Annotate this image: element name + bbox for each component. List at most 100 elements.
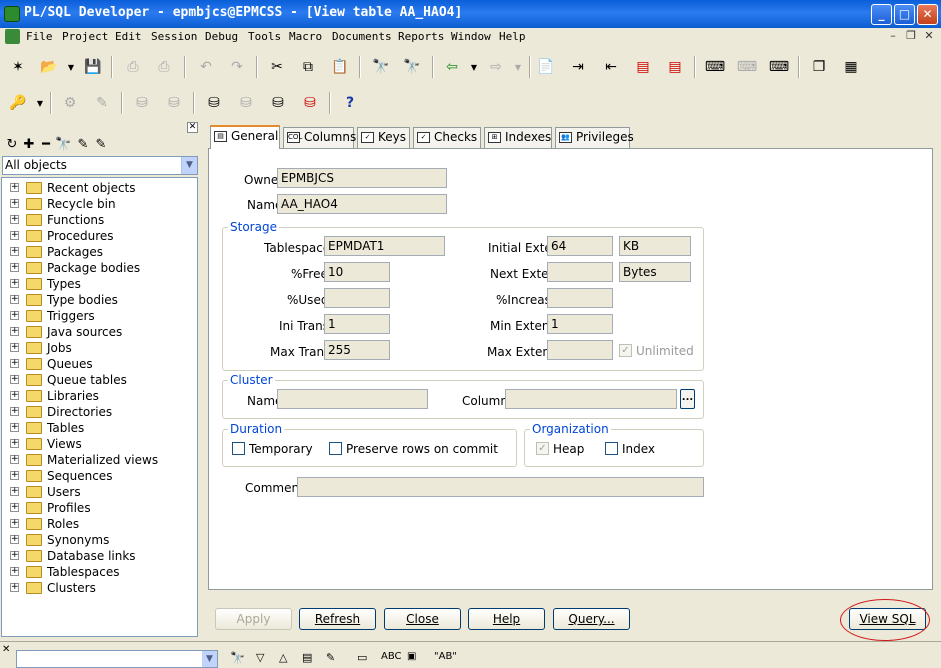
- copy-icon[interactable]: ⧉: [297, 56, 319, 78]
- refresh-icon[interactable]: ↻: [4, 137, 20, 152]
- tab-columns[interactable]: COL Columns: [283, 127, 356, 148]
- min-extents-field[interactable]: 1: [547, 314, 613, 334]
- tab-general[interactable]: ▤ General: [210, 125, 280, 149]
- expand-icon[interactable]: +: [10, 487, 19, 496]
- index-checkbox[interactable]: [605, 442, 618, 455]
- indent-icon[interactable]: ⇥: [567, 56, 589, 78]
- expand-icon[interactable]: +: [10, 279, 19, 288]
- back-dropdown-icon[interactable]: ▼: [463, 56, 485, 78]
- find-options-icon[interactable]: ▤: [302, 651, 312, 664]
- comment-icon[interactable]: ▤: [632, 56, 654, 78]
- expand-icon[interactable]: +: [10, 343, 19, 352]
- cluster-columns-field[interactable]: [505, 389, 677, 409]
- tree-item[interactable]: + Sequences: [2, 468, 197, 484]
- filter-edit-icon[interactable]: ✎: [93, 137, 109, 152]
- expand-icon[interactable]: +: [10, 359, 19, 368]
- comments-field[interactable]: [297, 477, 704, 497]
- back-icon[interactable]: ⇦: [441, 56, 463, 78]
- close-window-button[interactable]: ✕: [917, 4, 938, 25]
- mdi-child-icon[interactable]: [5, 29, 20, 44]
- preserve-rows-checkbox[interactable]: [329, 442, 342, 455]
- uncomment-icon[interactable]: ▤: [664, 56, 686, 78]
- open-dropdown-icon[interactable]: ▼: [60, 56, 82, 78]
- expand-icon[interactable]: +: [10, 263, 19, 272]
- pctfree-field[interactable]: 10: [324, 262, 390, 282]
- mdi-minimize-button[interactable]: –: [886, 29, 900, 43]
- execute-icon[interactable]: ⚙: [59, 92, 81, 114]
- close-button[interactable]: Close: [384, 608, 461, 630]
- menu-help[interactable]: Help: [499, 30, 526, 43]
- menu-tools[interactable]: Tools: [248, 30, 281, 43]
- window-list-icon[interactable]: ❐: [808, 56, 830, 78]
- expand-icon[interactable]: +: [10, 519, 19, 528]
- expand-icon[interactable]: +: [10, 551, 19, 560]
- help-button[interactable]: Help: [468, 608, 545, 630]
- tablespace-field[interactable]: EPMDAT1: [324, 236, 445, 256]
- tab-privileges[interactable]: 👥 Privileges: [555, 127, 634, 148]
- initrans-field[interactable]: 1: [324, 314, 390, 334]
- find-input[interactable]: ▼: [16, 650, 218, 668]
- print-preview-icon[interactable]: ⎙: [153, 56, 175, 78]
- tree-item[interactable]: + Tablespaces: [2, 564, 197, 580]
- expand-icon[interactable]: +: [10, 391, 19, 400]
- object-filter-select[interactable]: All objects ▼: [2, 156, 198, 175]
- match-case-toggle[interactable]: ABC: [381, 651, 402, 662]
- execute-script-icon[interactable]: 📄: [535, 56, 557, 78]
- menu-reports[interactable]: Reports: [398, 30, 444, 43]
- expand-icon[interactable]: +: [10, 455, 19, 464]
- chevron-down-icon[interactable]: ▼: [181, 157, 197, 174]
- tree-item[interactable]: + Users: [2, 484, 197, 500]
- find-icon[interactable]: 🔭: [230, 651, 245, 665]
- expand-icon[interactable]: +: [10, 199, 19, 208]
- view-sql-button[interactable]: View SQL: [849, 608, 926, 630]
- tree-item[interactable]: + Recent objects: [2, 180, 197, 196]
- remove-icon[interactable]: ━: [38, 137, 54, 152]
- panel-close-icon[interactable]: ✕: [187, 122, 198, 133]
- next-extent-field[interactable]: [547, 262, 613, 282]
- filter-icon[interactable]: ✎: [75, 137, 91, 152]
- tab-indexes[interactable]: ⊞ Indexes: [484, 127, 552, 148]
- expand-icon[interactable]: +: [10, 311, 19, 320]
- find-icon[interactable]: 🔭: [370, 56, 392, 78]
- forward-dropdown-icon[interactable]: ▼: [507, 56, 529, 78]
- print-icon[interactable]: ⎙: [122, 56, 144, 78]
- redo-icon[interactable]: ↷: [226, 56, 248, 78]
- cluster-name-field[interactable]: [277, 389, 428, 409]
- expand-icon[interactable]: +: [10, 183, 19, 192]
- heap-checkbox[interactable]: ✓: [536, 442, 549, 455]
- break-icon[interactable]: ✎: [91, 92, 113, 114]
- tree-item[interactable]: + Database links: [2, 548, 197, 564]
- expand-icon[interactable]: +: [10, 535, 19, 544]
- title-bar[interactable]: PL/SQL Developer - epmbjcs@EPMCSS - [Vie…: [0, 0, 941, 28]
- log-on-icon[interactable]: 🔑: [7, 92, 29, 114]
- tree-item[interactable]: + Queues: [2, 356, 197, 372]
- menu-window[interactable]: Window: [451, 30, 491, 43]
- refresh-button[interactable]: Refresh: [299, 608, 376, 630]
- db-stop-icon[interactable]: ⛁: [299, 92, 321, 114]
- new-icon[interactable]: ✶: [7, 56, 29, 78]
- menu-file[interactable]: File: [26, 30, 53, 43]
- tree-item[interactable]: + Procedures: [2, 228, 197, 244]
- pctused-field[interactable]: [324, 288, 390, 308]
- menu-session[interactable]: Session: [151, 30, 197, 43]
- tree-item[interactable]: + Java sources: [2, 324, 197, 340]
- unindent-icon[interactable]: ⇤: [600, 56, 622, 78]
- tree-item[interactable]: + Materialized views: [2, 452, 197, 468]
- whole-word-icon[interactable]: ▣: [407, 651, 416, 662]
- help-icon[interactable]: ?: [339, 92, 361, 114]
- menu-project[interactable]: Project: [62, 30, 108, 43]
- forward-icon[interactable]: ⇨: [485, 56, 507, 78]
- initial-extent-field[interactable]: 64: [547, 236, 613, 256]
- tree-item[interactable]: + Profiles: [2, 500, 197, 516]
- tree-item[interactable]: + Queue tables: [2, 372, 197, 388]
- owner-field[interactable]: EPMBJCS: [277, 168, 447, 188]
- expand-icon[interactable]: +: [10, 567, 19, 576]
- find-bar-close-icon[interactable]: ✕: [2, 644, 10, 655]
- tree-item[interactable]: + Package bodies: [2, 260, 197, 276]
- find-object-icon[interactable]: 🔭: [55, 137, 71, 152]
- max-extents-field[interactable]: [547, 340, 613, 360]
- pctincrease-field[interactable]: [547, 288, 613, 308]
- undo-icon[interactable]: ↶: [195, 56, 217, 78]
- replace-icon[interactable]: 🔭: [401, 56, 423, 78]
- expand-icon[interactable]: +: [10, 327, 19, 336]
